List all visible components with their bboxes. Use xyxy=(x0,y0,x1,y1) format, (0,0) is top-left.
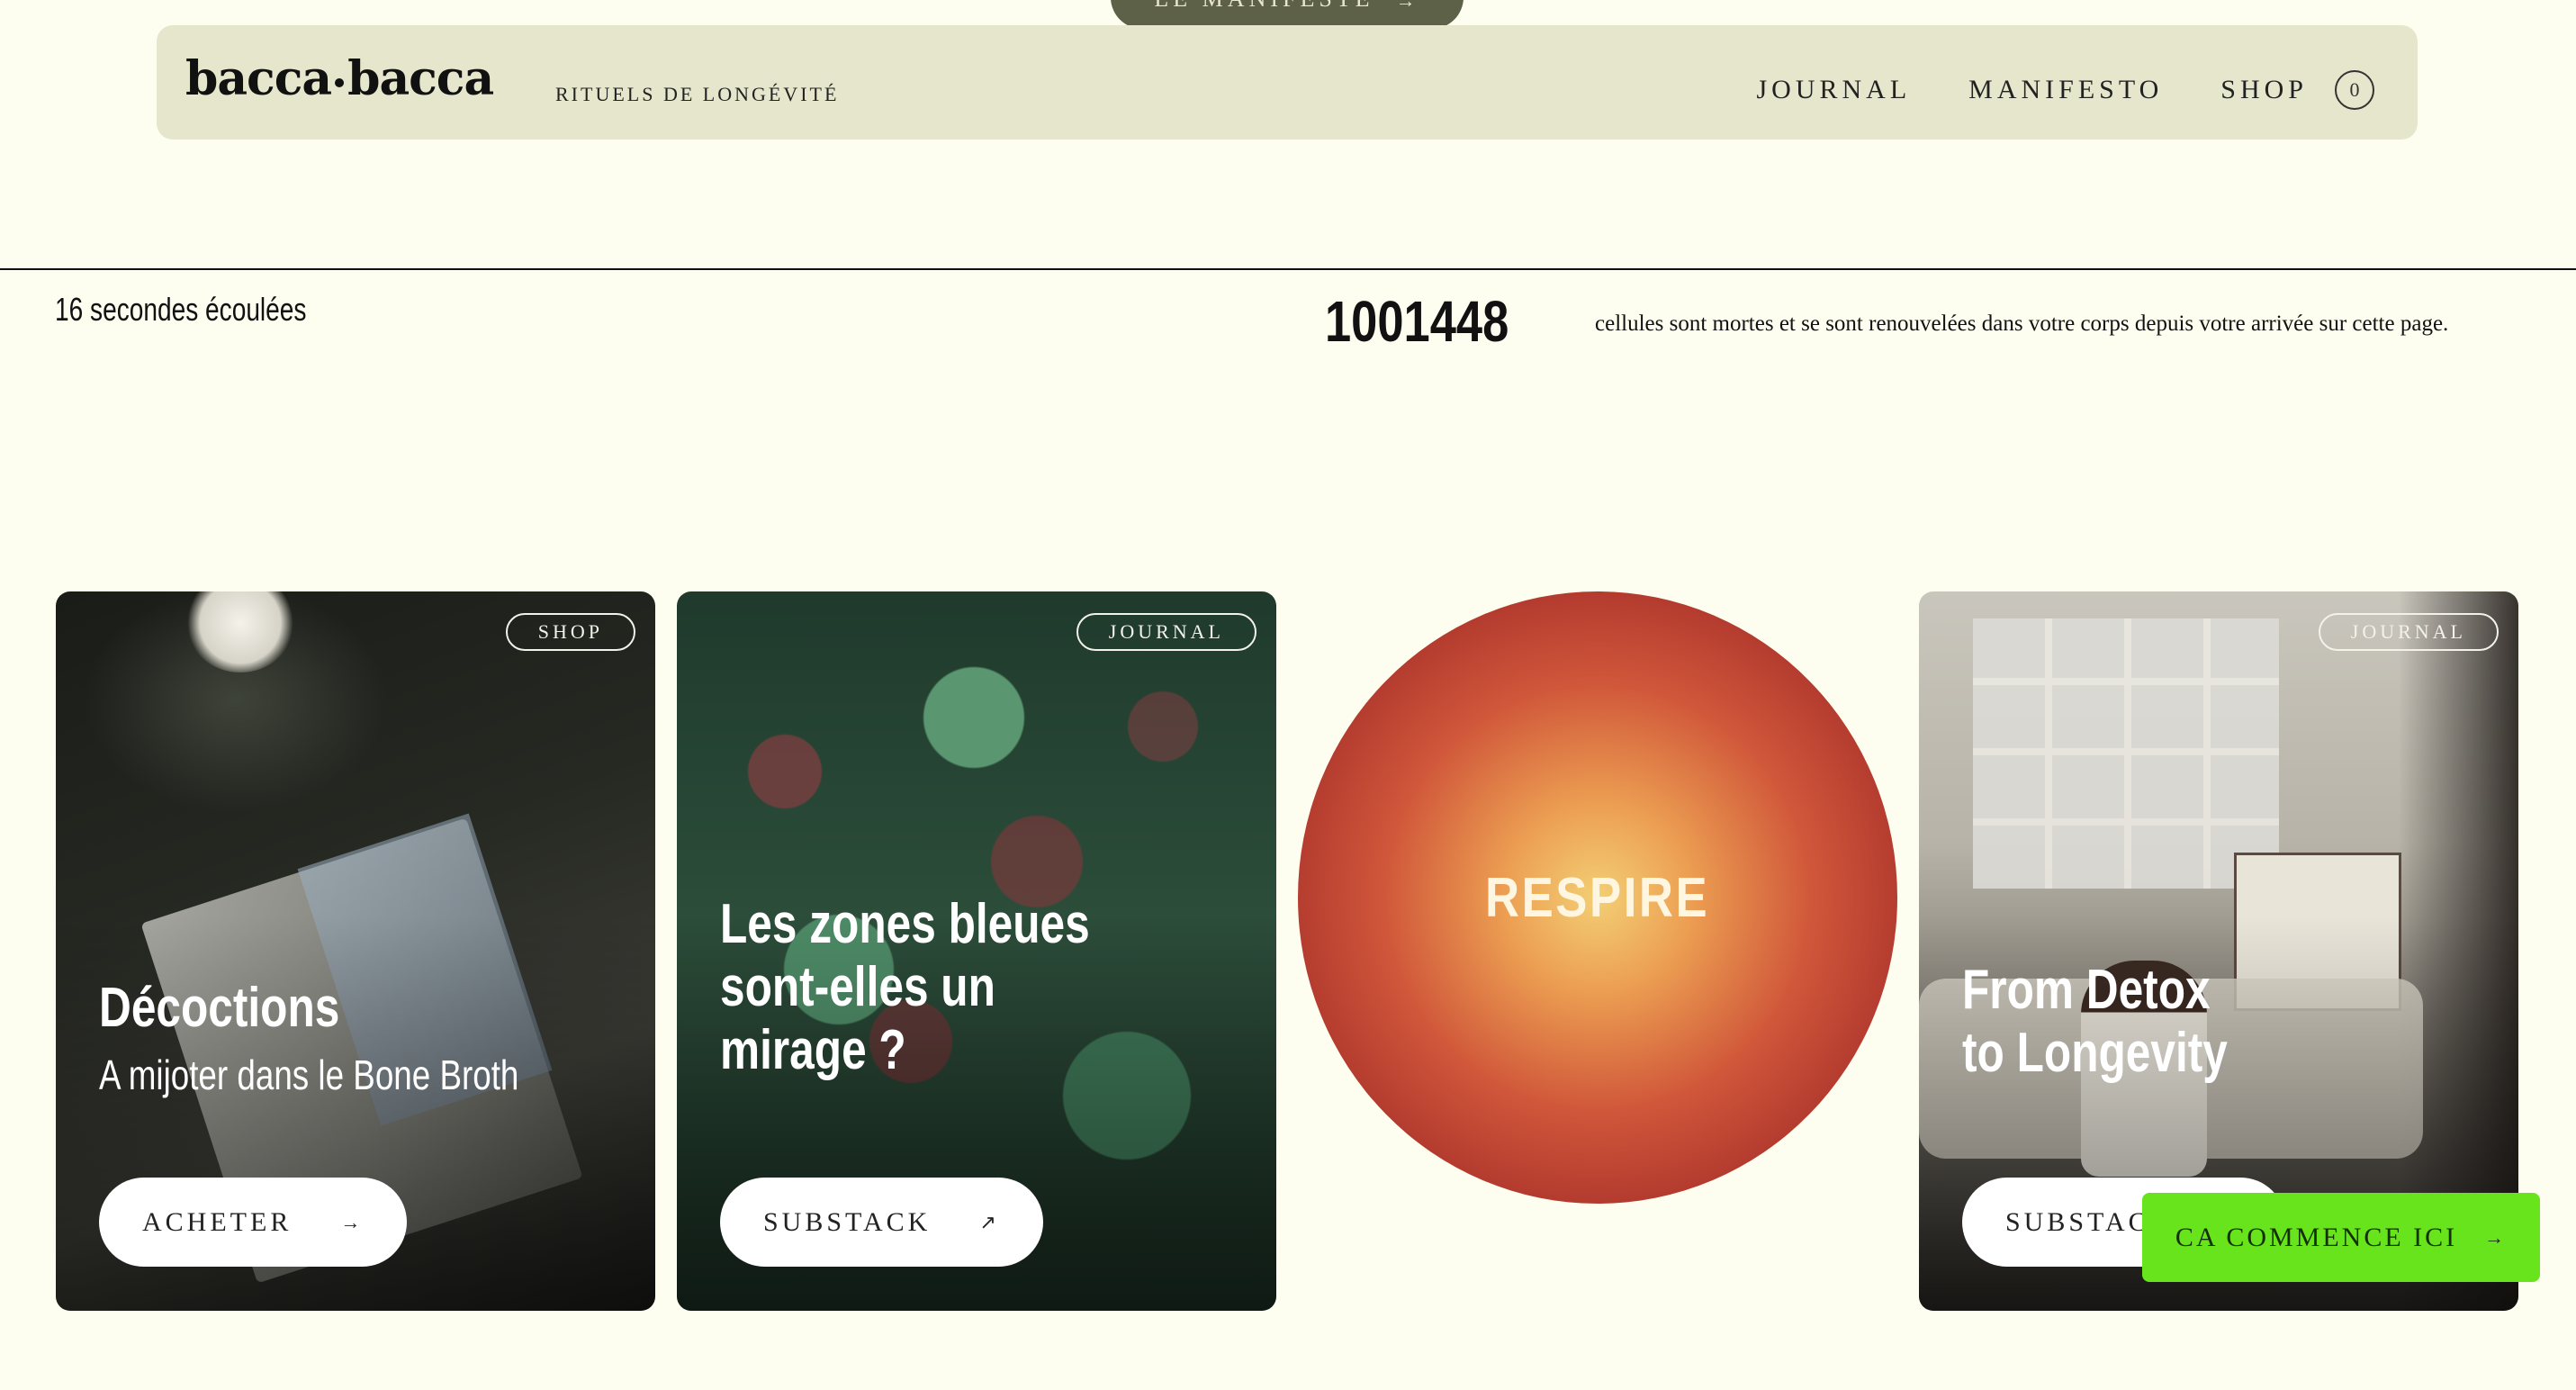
nav-journal[interactable]: JOURNAL xyxy=(1756,75,1911,105)
cta-label: CA COMMENCE ICI xyxy=(2175,1222,2458,1252)
arrow-up-right-icon: ↗ xyxy=(979,1210,1000,1233)
section-divider xyxy=(0,268,2576,270)
card-subtitle: A mijoter dans le Bone Broth xyxy=(99,1052,519,1098)
logo[interactable]: bacca bacca xyxy=(185,56,494,103)
window-image xyxy=(1973,618,2279,889)
logo-text-left: bacca xyxy=(185,51,332,106)
card-title: From Detox to Longevity xyxy=(1962,959,2228,1084)
tagline: RITUELS DE LONGÉVITÉ xyxy=(555,83,840,105)
elapsed-time: 16 secondes écoulées xyxy=(55,291,307,328)
arrow-right-icon: → xyxy=(1395,0,1420,12)
nav-manifesto[interactable]: MANIFESTO xyxy=(1968,75,2163,105)
cta-button[interactable]: CA COMMENCE ICI → xyxy=(2142,1193,2540,1282)
card-zones-bleues[interactable]: JOURNAL Les zones bleues sont-elles un m… xyxy=(677,591,1276,1311)
logo-text-right: bacca xyxy=(347,51,494,106)
badge-journal: JOURNAL xyxy=(2318,613,2499,651)
nav-shop[interactable]: SHOP xyxy=(2220,75,2308,105)
button-label: ACHETER xyxy=(142,1206,293,1237)
cell-counter: 1001448 xyxy=(1325,289,1509,354)
substack-button[interactable]: SUBSTACK ↗ xyxy=(720,1178,1043,1267)
respire-circle[interactable]: RESPIRE xyxy=(1298,591,1897,1204)
badge-journal: JOURNAL xyxy=(1076,613,1256,651)
main-nav: JOURNAL MANIFESTO SHOP 0 xyxy=(1698,70,2374,110)
arrow-right-icon: → xyxy=(340,1210,365,1233)
arrow-right-icon: → xyxy=(2484,1225,2508,1249)
respire-label: RESPIRE xyxy=(1485,866,1710,929)
flower-image xyxy=(186,591,294,672)
card-decoctions[interactable]: SHOP Décoctions A mijoter dans le Bone B… xyxy=(56,591,655,1311)
cell-counter-text: cellules sont mortes et se sont renouvel… xyxy=(1595,311,2449,336)
logo-dot-icon xyxy=(335,77,345,87)
badge-shop: SHOP xyxy=(505,613,635,651)
site-header: bacca bacca RITUELS DE LONGÉVITÉ JOURNAL … xyxy=(157,25,2418,140)
button-label: SUBSTACK xyxy=(763,1206,932,1237)
card-title: Décoctions xyxy=(99,977,340,1039)
acheter-button[interactable]: ACHETER → xyxy=(99,1178,408,1267)
manifesto-pill-label: LE MANIFESTE xyxy=(1154,0,1374,13)
cart-count-badge[interactable]: 0 xyxy=(2335,70,2374,110)
card-title: Les zones bleues sont-elles un mirage ? xyxy=(720,893,1090,1081)
